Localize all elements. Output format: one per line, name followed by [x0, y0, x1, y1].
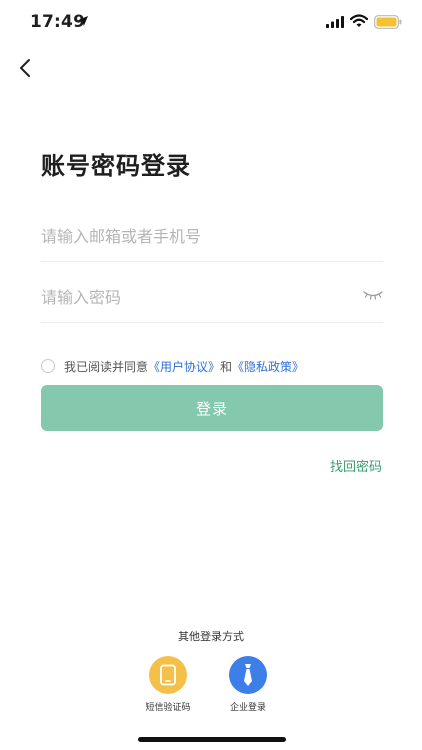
cellular-signal-icon — [326, 16, 344, 28]
status-bar: 17:49 — [0, 0, 422, 46]
privacy-policy-link[interactable]: 《隐私政策》 — [232, 358, 304, 375]
password-input[interactable] — [41, 274, 341, 320]
chevron-left-icon — [20, 59, 30, 77]
account-field — [41, 213, 383, 262]
agreement-conjunction: 和 — [220, 359, 233, 374]
user-agreement-link[interactable]: 《用户协议》 — [148, 358, 220, 375]
other-login-title: 其他登录方式 — [178, 630, 244, 643]
location-arrow-icon — [78, 16, 88, 26]
forgot-password-link[interactable]: 找回密码 — [330, 456, 382, 475]
tie-icon — [244, 664, 252, 686]
back-button[interactable] — [14, 56, 38, 80]
login-button[interactable]: 登录 — [41, 385, 383, 431]
battery-icon — [374, 15, 402, 29]
enterprise-login-option[interactable]: 企业登录 — [208, 656, 288, 713]
phone-icon — [160, 664, 176, 686]
agreement-prefix: 我已阅读并同意 — [64, 359, 149, 374]
password-field — [41, 274, 383, 323]
home-indicator — [138, 737, 286, 742]
enterprise-login-label: 企业登录 — [229, 703, 266, 713]
agreement-checkbox[interactable] — [41, 359, 55, 373]
sms-login-button[interactable] — [149, 656, 187, 694]
sms-login-label: 短信验证码 — [145, 703, 191, 713]
sms-login-option[interactable]: 短信验证码 — [128, 656, 208, 713]
wifi-icon — [350, 14, 368, 27]
account-input[interactable] — [41, 213, 341, 259]
page-title: 账号密码登录 — [41, 152, 191, 180]
eye-closed-icon[interactable] — [363, 288, 383, 302]
agreement-row: 我已阅读并同意 《用户协议》 和 《隐私政策》 — [41, 356, 304, 376]
enterprise-login-button[interactable] — [229, 656, 267, 694]
